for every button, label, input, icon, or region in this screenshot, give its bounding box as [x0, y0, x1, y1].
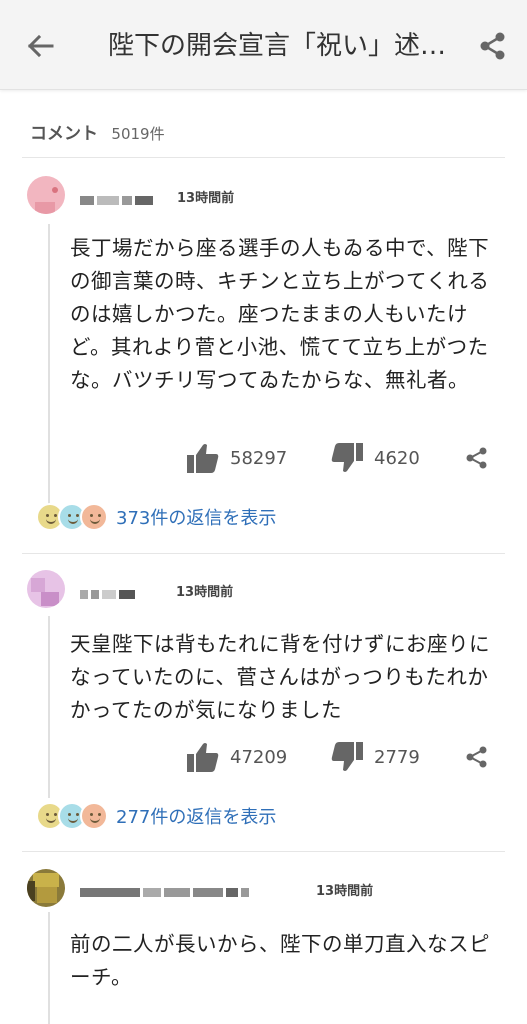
comment-text: 前の二人が長いから、陛下の単刀直入なスピーチ。: [70, 932, 490, 989]
like-count: 47209: [230, 746, 288, 768]
thumbs-up-icon: [187, 743, 219, 772]
username-blurred[interactable]: [80, 882, 252, 897]
replies-label[interactable]: 277件の返信を表示: [116, 803, 276, 829]
smiley-icon: [80, 503, 108, 531]
dislike-count: 4620: [374, 447, 420, 469]
like-button[interactable]: 58297: [186, 442, 287, 474]
comments-label: コメント: [30, 124, 98, 144]
app-bar: 陛下の開会宣言「祝い」述…: [0, 0, 527, 90]
show-replies-link[interactable]: 277件の返信を表示: [36, 802, 276, 830]
avatar[interactable]: [27, 570, 65, 608]
replies-label[interactable]: 373件の返信を表示: [116, 504, 276, 530]
smiley-icon: [80, 802, 108, 830]
username-blurred[interactable]: [80, 584, 138, 599]
comment-time: 13時間前: [316, 884, 374, 899]
comment-item: 13時間前 長丁場だから座る選手の人もゐる中で、陛下の御言葉の時、キチンと立ち上…: [0, 158, 527, 553]
comment-item: 13時間前 天皇陛下は背もたれに背を付けずにお座りになっていたのに、菅さんはがっ…: [0, 554, 527, 852]
comment-time: 13時間前: [176, 585, 234, 600]
show-replies-link[interactable]: 373件の返信を表示: [36, 503, 276, 531]
dislike-button[interactable]: 4620: [330, 442, 420, 474]
comment-text: 長丁場だから座る選手の人もゐる中で、陛下の御言葉の時、キチンと立ち上がつてくれる…: [70, 236, 490, 392]
avatar[interactable]: [27, 869, 65, 907]
like-count: 58297: [230, 447, 288, 469]
share-icon[interactable]: [478, 31, 508, 61]
thread-line: [48, 912, 50, 1024]
thread-line: [48, 224, 50, 504]
thumbs-up-icon: [187, 444, 219, 473]
reply-avatars: [36, 503, 108, 531]
dislike-button[interactable]: 2779: [330, 741, 420, 773]
comments-header: コメント 5019件: [30, 119, 165, 144]
back-arrow-icon[interactable]: [22, 28, 58, 64]
comment-text: 天皇陛下は背もたれに背を付けずにお座りになっていたのに、菅さんはがっつりもたれか…: [70, 632, 490, 722]
comment-item: 13時間前 前の二人が長いから、陛下の単刀直入なスピーチ。: [0, 852, 527, 1024]
username-blurred[interactable]: [80, 190, 156, 205]
like-button[interactable]: 47209: [186, 741, 287, 773]
thread-line: [48, 616, 50, 798]
avatar[interactable]: [27, 176, 65, 214]
comments-count: 5019件: [111, 125, 165, 143]
thumbs-down-icon: [331, 443, 363, 472]
reply-avatars: [36, 802, 108, 830]
dislike-count: 2779: [374, 746, 420, 768]
thumbs-down-icon: [331, 742, 363, 771]
share-icon[interactable]: [465, 446, 489, 470]
comment-time: 13時間前: [177, 191, 235, 206]
share-icon[interactable]: [465, 745, 489, 769]
article-title: 陛下の開会宣言「祝い」述…: [108, 31, 447, 61]
